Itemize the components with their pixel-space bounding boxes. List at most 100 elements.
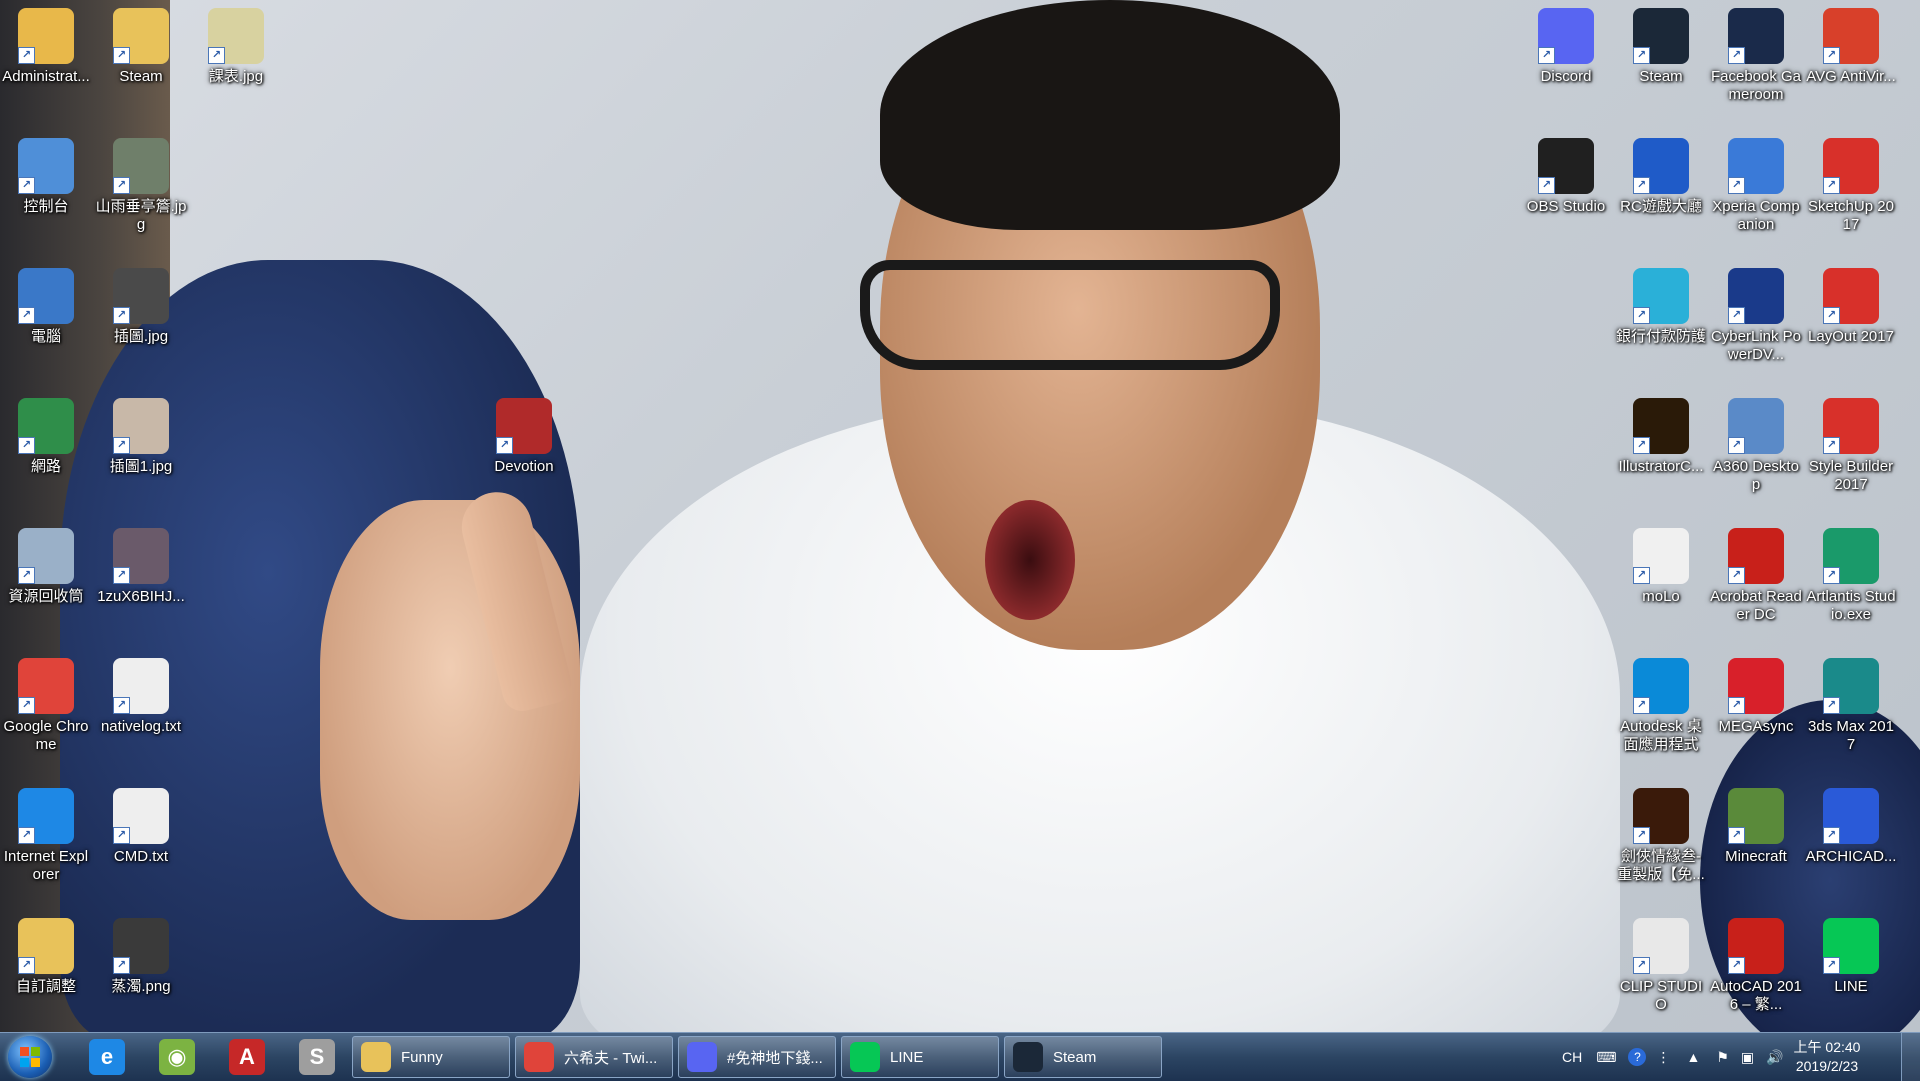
shortcut-arrow-icon: ↗ — [18, 957, 35, 974]
desktop-icon[interactable]: ↗ nativelog.txt — [95, 658, 187, 736]
taskbar-window-button[interactable]: Funny — [352, 1036, 510, 1078]
desktop-icon-label: MEGAsync — [1718, 718, 1794, 735]
image-file-icon: ↗ — [113, 918, 169, 974]
language-indicator[interactable]: CH — [1562, 1049, 1582, 1065]
desktop-icon[interactable]: ↗ 1zuX6BIHJ... — [95, 528, 187, 606]
desktop-icon[interactable]: ↗ 控制台 — [0, 138, 92, 216]
shortcut-arrow-icon: ↗ — [1633, 827, 1650, 844]
desktop-icon[interactable]: ↗ IllustratorC... — [1615, 398, 1707, 476]
desktop-icon[interactable]: ↗ 蒸濁.png — [95, 918, 187, 996]
style-builder-icon: ↗ — [1823, 398, 1879, 454]
desktop-icon[interactable]: ↗ 電腦 — [0, 268, 92, 346]
desktop-icon[interactable]: ↗ CyberLink PowerDV... — [1710, 268, 1802, 364]
shortcut-arrow-icon: ↗ — [18, 47, 35, 64]
desktop-icon[interactable]: ↗ 資源回收筒 — [0, 528, 92, 606]
taskbar-pinned-internet-explorer-icon[interactable]: e — [78, 1037, 136, 1077]
desktop-icon[interactable]: ↗ 課表.jpg — [190, 8, 282, 86]
desktop-icon[interactable]: ↗ LayOut 2017 — [1805, 268, 1897, 346]
desktop-icon[interactable]: ↗ Minecraft — [1710, 788, 1802, 866]
desktop-icon[interactable]: ↗ AVG AntiVir... — [1805, 8, 1897, 86]
show-hidden-icons-icon[interactable]: ▲ — [1686, 1049, 1700, 1065]
powerdvd-icon: ↗ — [1728, 268, 1784, 324]
taskbar-pinned-map-app-icon[interactable]: ◉ — [148, 1037, 206, 1077]
desktop-icon[interactable]: ↗ Discord — [1520, 8, 1612, 86]
acrobat-reader-icon: ↗ — [1728, 528, 1784, 584]
desktop-icon-label: 網路 — [30, 458, 61, 475]
action-center-flag-icon[interactable]: ⚑ — [1716, 1049, 1729, 1066]
shortcut-arrow-icon: ↗ — [1538, 47, 1555, 64]
desktop-icon[interactable]: ↗ LINE — [1805, 918, 1897, 996]
shortcut-arrow-icon: ↗ — [1823, 47, 1840, 64]
taskbar-pinned-clip-studio-icon[interactable]: S — [288, 1037, 346, 1077]
keyboard-icon[interactable]: ⌨ — [1596, 1049, 1616, 1066]
desktop-icon[interactable]: ↗ moLo — [1615, 528, 1707, 606]
volume-icon[interactable]: 🔊 — [1766, 1049, 1783, 1066]
desktop-icon-label: A360 Desktop — [1713, 458, 1799, 493]
desktop-icon[interactable]: ↗ Autodesk 桌面應用程式 — [1615, 658, 1707, 754]
desktop-icon[interactable]: ↗ SketchUp 2017 — [1805, 138, 1897, 234]
xperia-companion-icon: ↗ — [1728, 138, 1784, 194]
shortcut-arrow-icon: ↗ — [1538, 177, 1555, 194]
image-file-icon: ↗ — [113, 398, 169, 454]
taskbar-pinned-autocad-icon[interactable]: A — [218, 1037, 276, 1077]
shortcut-arrow-icon: ↗ — [1633, 47, 1650, 64]
desktop-icon-label: LINE — [1834, 978, 1868, 995]
clip-studio-icon: ↗ — [1633, 918, 1689, 974]
desktop-icon[interactable]: ↗ Acrobat Reader DC — [1710, 528, 1802, 624]
show-desktop-button[interactable] — [1901, 1033, 1920, 1081]
network-tray-icon[interactable]: ▣ — [1741, 1049, 1754, 1066]
start-button[interactable] — [8, 1036, 52, 1078]
desktop-icon-label: Acrobat Reader DC — [1710, 588, 1802, 623]
desktop-icon[interactable]: ↗ Style Builder 2017 — [1805, 398, 1897, 494]
desktop-icon[interactable]: ↗ AutoCAD 2016 – 繁... — [1710, 918, 1802, 1014]
desktop-icon-label: 電腦 — [30, 328, 61, 345]
desktop-icon-label: Devotion — [494, 458, 554, 475]
desktop-icon[interactable]: ↗ Steam — [95, 8, 187, 86]
taskbar-window-button[interactable]: Steam — [1004, 1036, 1162, 1078]
desktop-icon[interactable]: ↗ Facebook Gameroom — [1710, 8, 1802, 104]
folder-icon: ↗ — [113, 8, 169, 64]
desktop-icon-label: 控制台 — [23, 198, 69, 215]
desktop-icon[interactable]: ↗ OBS Studio — [1520, 138, 1612, 216]
text-file-icon: ↗ — [113, 788, 169, 844]
desktop-icon[interactable]: ↗ ARCHICAD... — [1805, 788, 1897, 866]
taskbar-window-label: LINE — [890, 1048, 924, 1066]
taskbar-clock[interactable]: 上午 02:40 2019/2/23 — [1782, 1038, 1872, 1076]
help-icon[interactable]: ? — [1628, 1048, 1647, 1066]
desktop-icon[interactable]: ↗ Internet Explorer — [0, 788, 92, 884]
desktop-icon[interactable]: ↗ 插圖.jpg — [95, 268, 187, 346]
desktop-icon[interactable]: ↗ MEGAsync — [1710, 658, 1802, 736]
shortcut-arrow-icon: ↗ — [208, 47, 225, 64]
shortcut-arrow-icon: ↗ — [1728, 567, 1745, 584]
desktop-icon[interactable]: ↗ 插圖1.jpg — [95, 398, 187, 476]
chrome-icon — [524, 1042, 554, 1072]
desktop-icon[interactable]: ↗ 自訂調整 — [0, 918, 92, 996]
desktop-icon[interactable]: ↗ RC遊戲大廳 — [1615, 138, 1707, 216]
desktop-icon[interactable]: ↗ 山雨垂亭簷.jpg — [95, 138, 187, 234]
desktop-icon[interactable]: ↗ Google Chrome — [0, 658, 92, 754]
taskbar-window-label: Steam — [1053, 1048, 1097, 1066]
autocad-icon: A — [229, 1039, 265, 1075]
desktop-icon[interactable]: ↗ 網路 — [0, 398, 92, 476]
desktop-icon[interactable]: ↗ CMD.txt — [95, 788, 187, 866]
desktop-icon[interactable]: ↗ CLIP STUDIO — [1615, 918, 1707, 1014]
ime-options-icon[interactable]: ⋮ — [1656, 1049, 1670, 1066]
shortcut-arrow-icon: ↗ — [113, 437, 130, 454]
desktop-icon[interactable]: ↗ Administrat... — [0, 8, 92, 86]
desktop-icon[interactable]: ↗ 劍俠情緣叁-重製版【免... — [1615, 788, 1707, 884]
taskbar-window-button[interactable]: 六希夫 - Twi... — [515, 1036, 673, 1078]
desktop-icon[interactable]: ↗ Artlantis Studio.exe — [1805, 528, 1897, 624]
taskbar-window-button[interactable]: LINE — [841, 1036, 999, 1078]
desktop-icon[interactable]: ↗ Steam — [1615, 8, 1707, 86]
desktop-icon[interactable]: ↗ A360 Desktop — [1710, 398, 1802, 494]
shortcut-arrow-icon: ↗ — [18, 177, 35, 194]
desktop-icon[interactable]: ↗ Xperia Companion — [1710, 138, 1802, 234]
desktop-icon[interactable]: ↗ Devotion — [478, 398, 570, 476]
desktop-icon[interactable]: ↗ 銀行付款防護 — [1615, 268, 1707, 346]
desktop-icon[interactable]: ↗ 3ds Max 2017 — [1805, 658, 1897, 754]
taskbar-window-button[interactable]: #免神地下錢... — [678, 1036, 836, 1078]
desktop-icon-label: 插圖.jpg — [113, 328, 169, 345]
avg-antivirus-icon: ↗ — [1823, 8, 1879, 64]
recycle-bin-icon: ↗ — [18, 528, 74, 584]
molo-icon: ↗ — [1633, 528, 1689, 584]
